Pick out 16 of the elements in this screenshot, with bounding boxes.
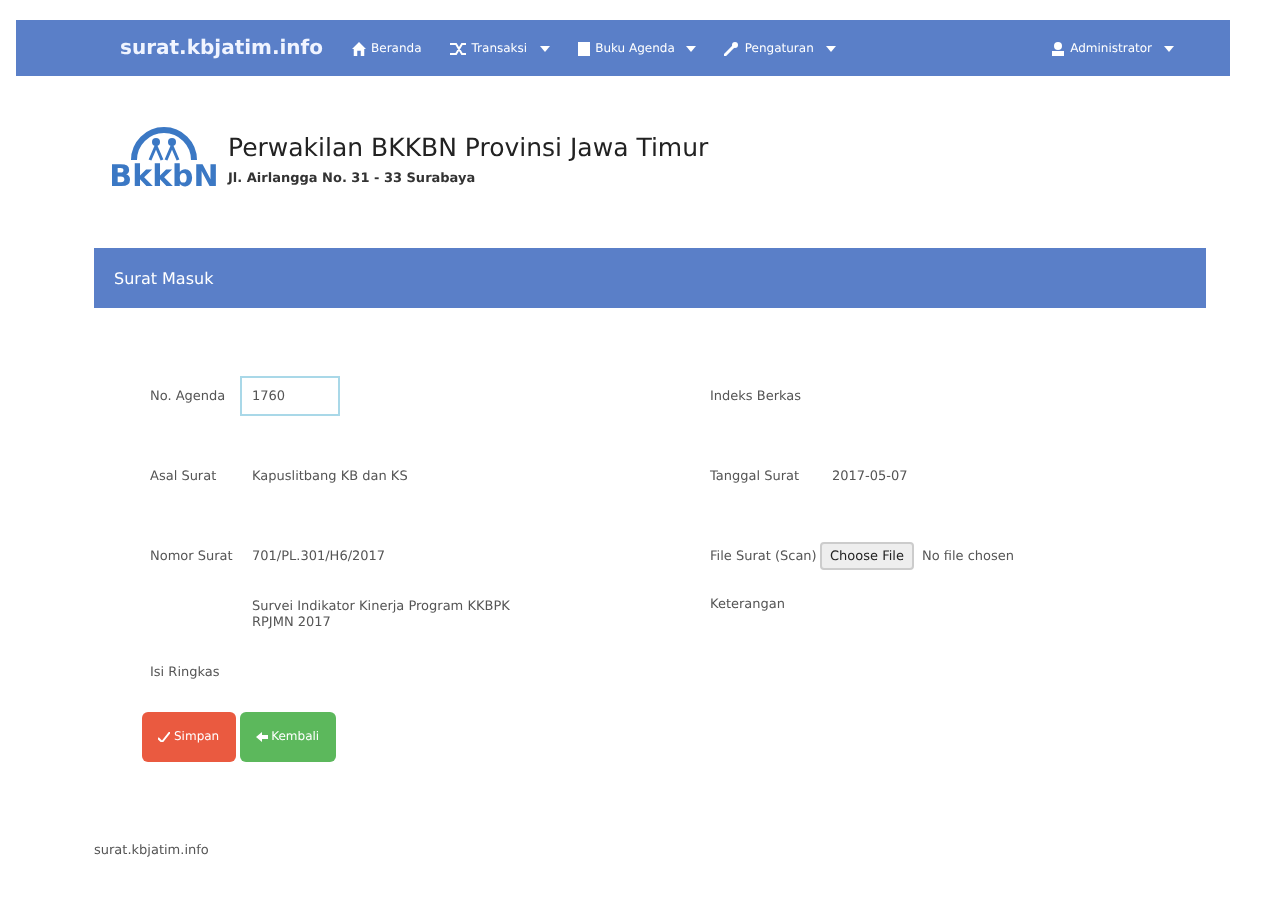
arrow-left-icon xyxy=(255,732,268,742)
book-icon xyxy=(577,41,590,55)
caret-icon xyxy=(1164,45,1174,51)
site-brand[interactable]: surat.kbjatim.info xyxy=(120,37,324,59)
caret-icon xyxy=(686,45,697,51)
caret-icon xyxy=(539,45,550,51)
shuffle-icon xyxy=(449,41,466,55)
panel-title: Surat Masuk xyxy=(94,248,1206,308)
logo-text: BkkbN xyxy=(109,161,219,191)
home-icon xyxy=(351,41,366,55)
caret-icon xyxy=(825,45,836,51)
check-icon xyxy=(158,732,170,742)
wrench-icon xyxy=(724,41,739,55)
family-arch-icon xyxy=(130,125,198,161)
user-icon xyxy=(1052,41,1065,55)
organization-title: Perwakilan BKKBN Provinsi Jawa Timur xyxy=(228,131,709,161)
